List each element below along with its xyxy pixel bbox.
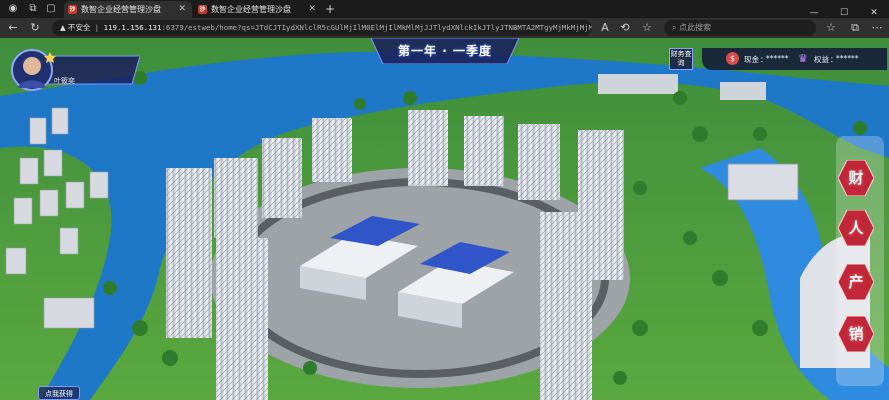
cash-icon: $: [726, 52, 739, 65]
equity-label: 权益: [814, 55, 829, 64]
office-building: [727, 163, 799, 201]
translate-icon[interactable]: ⟲: [618, 21, 632, 35]
side-button-finance[interactable]: 财: [838, 160, 874, 196]
read-aloud-icon[interactable]: A: [598, 21, 612, 35]
tab-1[interactable]: 沙数智企业经营管理沙盘 ✕: [64, 1, 192, 18]
collect-button[interactable]: 点我获得: [38, 386, 80, 400]
asset-bar: $ 现金 ： ****** ♛ 权益 ： ******: [702, 48, 887, 70]
equity-icon: ♛: [798, 52, 808, 65]
side-button-production[interactable]: 产: [838, 264, 874, 300]
close-tab-icon[interactable]: ✕: [178, 1, 186, 18]
close-tab-icon[interactable]: ✕: [308, 1, 316, 18]
finance-query-button[interactable]: 财务查询: [669, 48, 693, 70]
back-icon[interactable]: ←: [6, 21, 20, 35]
side-button-people[interactable]: 人: [838, 210, 874, 246]
season-title: 第一年 · 一季度: [398, 44, 492, 58]
profile-icon[interactable]: ◉: [6, 2, 20, 16]
favorites-bar-icon[interactable]: ☆: [824, 21, 838, 35]
browser-toolbar: ← ↻ ▲ 不安全 | 119.1.156.131:6379/estweb/ho…: [0, 18, 889, 38]
side-button-sales[interactable]: 销: [838, 316, 874, 352]
workspaces-icon[interactable]: ⧉: [26, 2, 40, 16]
season-banner: 第一年 · 一季度: [371, 38, 519, 64]
tab-strip: ◉ ⧉ ▢ 沙数智企业经营管理沙盘 ✕ 沙数智企业经营管理沙盘 ✕ + — ☐ ✕: [0, 0, 889, 18]
warehouse-right: [720, 82, 766, 100]
equity-value: ******: [836, 54, 859, 63]
tab-2[interactable]: 沙数智企业经营管理沙盘 ✕: [194, 1, 322, 18]
tab-actions-icon[interactable]: ▢: [44, 2, 58, 16]
collections-icon[interactable]: ⧉: [848, 21, 862, 35]
address-bar[interactable]: ▲ 不安全 | 119.1.156.131:6379/estweb/home?q…: [52, 20, 592, 36]
player-card-frame: [11, 49, 140, 91]
refresh-icon[interactable]: ↻: [28, 21, 42, 35]
search-icon: ⌕: [672, 23, 680, 32]
window-controls: — ☐ ✕: [799, 0, 889, 18]
site-favicon-icon: 沙: [68, 5, 77, 14]
cash-value: ******: [766, 54, 789, 63]
warning-icon: ▲: [60, 23, 69, 32]
site-favicon-icon: 沙: [198, 5, 207, 14]
cash-label: 现金: [744, 55, 759, 64]
search-input[interactable]: ⌕ 点此搜索: [664, 20, 816, 36]
warehouse-top: [598, 74, 678, 94]
game-viewport[interactable]: 第一年 · 一季度 叶筱奕 财务查询 $ 现金 ： ****** ♛ 权益 ： …: [0, 38, 889, 400]
player-card[interactable]: 叶筱奕: [10, 46, 140, 94]
player-name: 叶筱奕: [54, 77, 75, 85]
favorites-icon[interactable]: ☆: [640, 21, 654, 35]
more-menu-icon[interactable]: ⋯: [870, 21, 884, 35]
new-tab-button[interactable]: +: [323, 2, 337, 16]
